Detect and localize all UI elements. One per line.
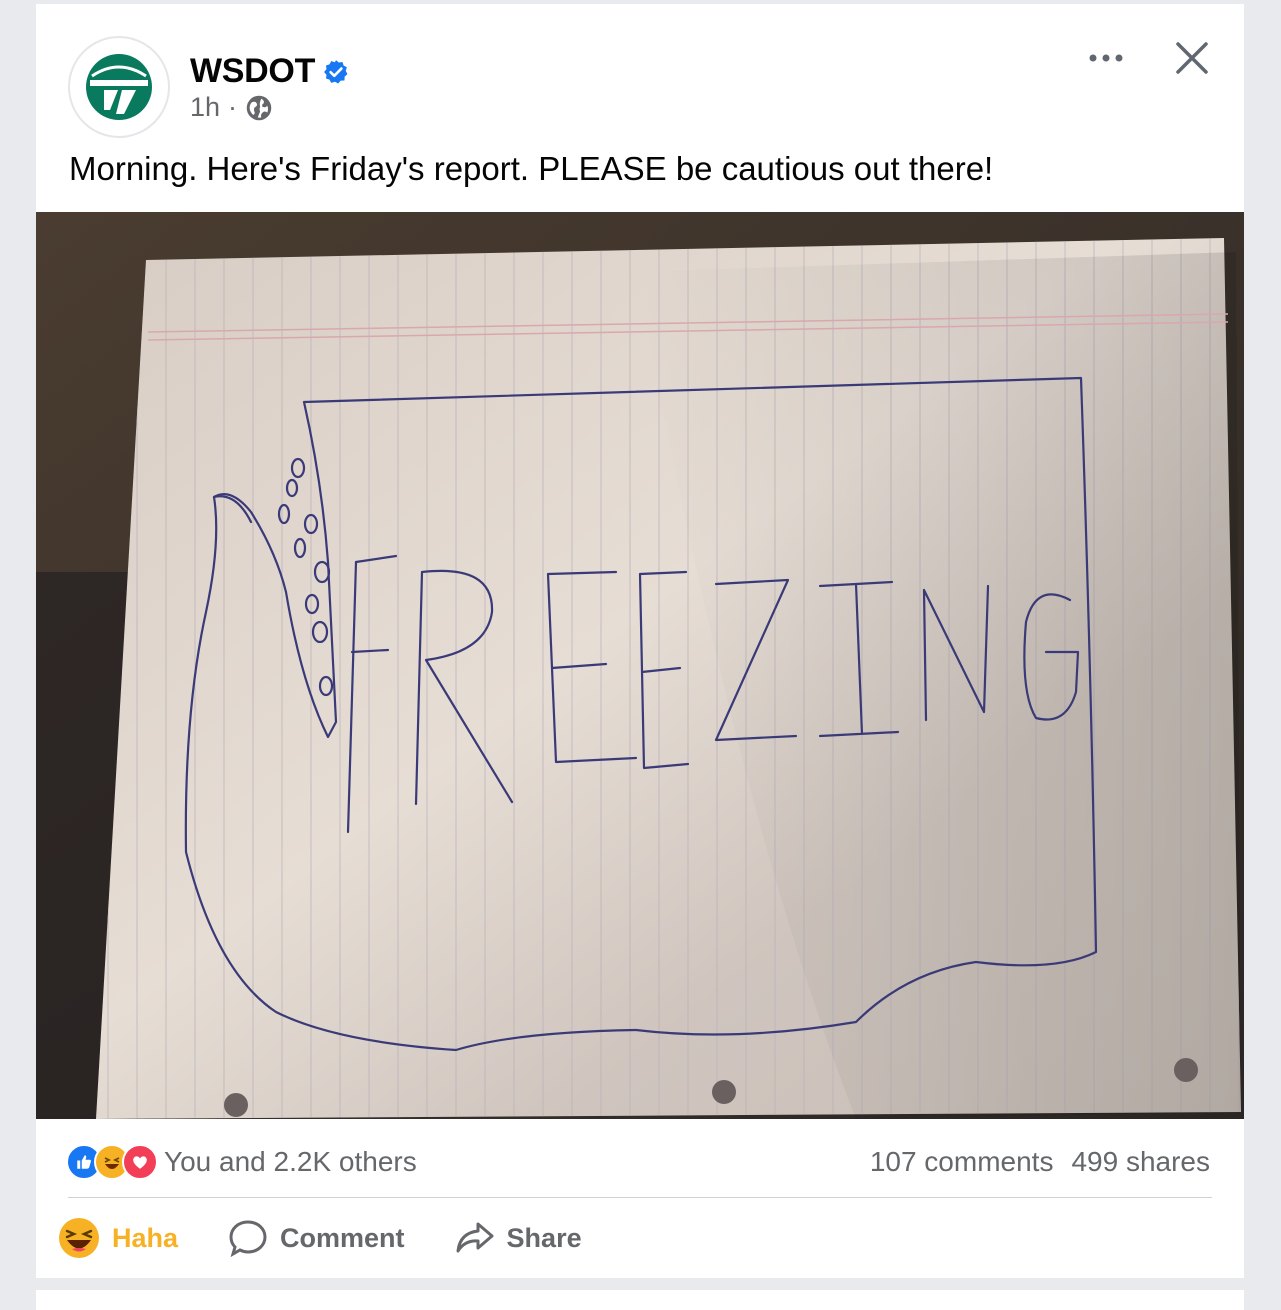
share-icon [456, 1222, 494, 1253]
more-options-button[interactable] [1084, 38, 1128, 78]
reactions-row: You and 2.2K others 107 comments 499 sha… [66, 1142, 1210, 1182]
comment-icon [229, 1220, 267, 1258]
haha-reaction-icon [59, 1218, 99, 1258]
engagement-counts: 107 comments 499 shares [870, 1146, 1210, 1178]
post-card: WSDOT 1h · Morning. Here's Friday's repo… [36, 4, 1244, 1278]
close-button[interactable] [1168, 34, 1216, 82]
haha-label: Haha [112, 1222, 179, 1253]
reaction-summary[interactable]: You and 2.2K others [66, 1144, 417, 1180]
post-time[interactable]: 1h [190, 92, 220, 123]
verified-badge-icon [324, 59, 348, 83]
reaction-summary-text[interactable]: You and 2.2K others [164, 1146, 417, 1178]
post-meta: 1h · [190, 92, 273, 123]
love-icon [122, 1144, 158, 1180]
haha-button[interactable]: Haha [58, 1217, 178, 1259]
meta-separator: · [228, 92, 238, 122]
page-name-label[interactable]: WSDOT [190, 52, 315, 91]
share-label: Share [506, 1222, 582, 1253]
comments-count[interactable]: 107 comments [870, 1146, 1054, 1178]
globe-icon [246, 95, 272, 120]
actions-divider [68, 1197, 1212, 1198]
comment-button[interactable]: Comment [228, 1218, 405, 1258]
page-avatar[interactable] [68, 36, 170, 138]
page-name[interactable]: WSDOT [190, 52, 349, 91]
next-post-card [36, 1290, 1244, 1310]
post-photo[interactable] [36, 212, 1244, 1119]
close-icon [1176, 42, 1208, 74]
wsdot-logo-icon [86, 54, 152, 120]
ellipsis-icon [1089, 54, 1123, 62]
post-actions: Haha Comment Share [58, 1210, 632, 1266]
post-caption: Morning. Here's Friday's report. PLEASE … [69, 150, 994, 187]
notebook-photo [36, 212, 1244, 1119]
share-button[interactable]: Share [455, 1218, 582, 1258]
shares-count[interactable]: 499 shares [1071, 1146, 1210, 1178]
comment-label: Comment [280, 1222, 405, 1253]
